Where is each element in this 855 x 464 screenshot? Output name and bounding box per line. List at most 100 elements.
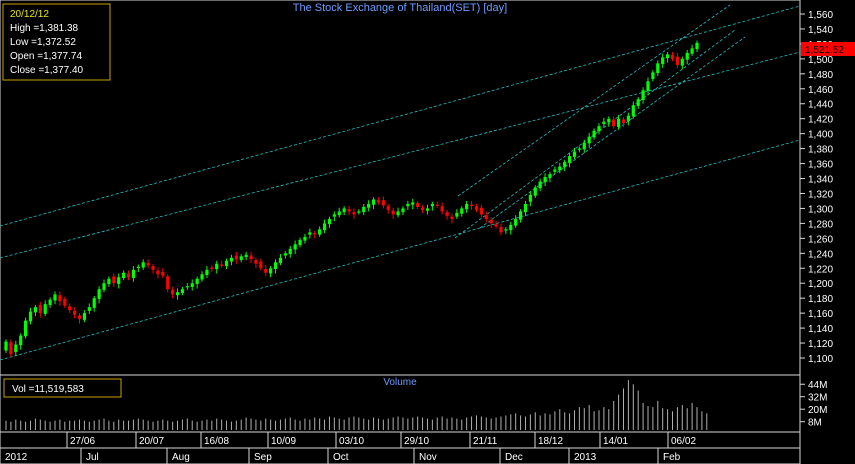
candle-body — [504, 229, 508, 231]
candle-body — [460, 208, 464, 214]
volume-title: Volume — [383, 377, 417, 388]
candle-body — [381, 200, 385, 206]
candle-body — [107, 278, 111, 284]
candle-body — [215, 263, 219, 270]
candle-body — [690, 48, 694, 54]
candle-body — [587, 136, 591, 144]
month-label: 2012 — [5, 452, 28, 463]
candle-body — [293, 244, 297, 250]
candle-body — [322, 223, 327, 231]
date-label: 20/07 — [139, 436, 164, 447]
info-open: Open =1,377.74 — [10, 51, 82, 62]
chart-stage: 1,100 1,120 1,140 1,160 1,180 1,200 1,220 1,240… — [0, 0, 855, 464]
candle-body — [514, 218, 518, 226]
candle-body — [489, 219, 493, 224]
candle-body — [612, 119, 616, 127]
date-label: 27/06 — [70, 436, 95, 447]
candle-body — [518, 211, 523, 220]
candle-body — [97, 289, 101, 299]
candle-body — [166, 276, 170, 290]
candle-body — [117, 277, 121, 284]
volume-tick-label: 8M — [808, 418, 822, 429]
month-label: Aug — [172, 452, 190, 463]
price-tick-label: 1,300 — [808, 204, 833, 215]
price-tick-label: 1,220 — [808, 264, 833, 275]
price-tick-label: 1,200 — [808, 279, 833, 290]
candle-body — [313, 233, 317, 235]
date-label: 16/08 — [204, 436, 229, 447]
candle-body — [528, 194, 532, 202]
candle-body — [141, 262, 145, 268]
candle-body — [391, 210, 395, 215]
candle-body — [264, 269, 268, 273]
candle-body — [523, 203, 528, 213]
candle-body — [376, 200, 381, 203]
candle-body — [455, 212, 459, 217]
candle-body — [411, 202, 415, 205]
candle-body — [283, 253, 287, 256]
candle-body — [371, 199, 376, 205]
candle-body — [53, 294, 57, 301]
candle-body — [43, 304, 47, 314]
candle-body — [224, 260, 229, 267]
candle-body — [607, 118, 611, 123]
candle-body — [670, 55, 675, 59]
candle-body — [24, 320, 28, 337]
candle-body — [362, 206, 366, 213]
candle-body — [122, 272, 126, 278]
candle-body — [494, 224, 498, 227]
candle-body — [602, 121, 606, 124]
month-label: Nov — [419, 452, 437, 463]
date-label: 29/10 — [404, 436, 429, 447]
candle-body — [469, 204, 474, 206]
candle-body — [239, 256, 243, 261]
price-tick-label: 1,140 — [808, 324, 833, 335]
candle-body — [538, 181, 542, 189]
candle-body — [298, 239, 302, 246]
candle-body — [82, 313, 87, 320]
candle-body — [175, 292, 180, 296]
candle-body — [450, 216, 454, 219]
candle-body — [661, 57, 665, 65]
info-low: Low =1,372.52 — [10, 37, 76, 48]
candle-body — [303, 236, 307, 241]
candle-body — [146, 263, 150, 266]
candle-body — [558, 166, 562, 171]
candle-body — [77, 315, 82, 320]
candle-body — [288, 248, 292, 255]
candle-body — [347, 209, 351, 212]
candle-body — [425, 208, 430, 211]
candle-body — [171, 289, 175, 295]
candle-body — [4, 341, 8, 351]
chart-title: The Stock Exchange of Thailand(SET) [day… — [293, 2, 507, 14]
candle-body — [254, 260, 258, 264]
candle-body — [190, 283, 194, 287]
candle-body — [205, 269, 209, 275]
candle-body — [244, 254, 248, 258]
candle-body — [318, 229, 322, 235]
candle-body — [440, 206, 444, 212]
candle-body — [651, 72, 655, 80]
price-tick-label: 1,280 — [808, 219, 833, 230]
candle-body — [185, 286, 189, 288]
month-label: Feb — [663, 452, 681, 463]
price-tick-label: 1,560 — [808, 10, 833, 21]
price-tick-label: 1,360 — [808, 160, 833, 171]
date-label: 06/02 — [671, 436, 696, 447]
volume-tick-label: 32M — [808, 393, 827, 404]
candle-body — [136, 266, 140, 268]
price-tick-label: 1,480 — [808, 70, 833, 81]
candle-body — [509, 224, 513, 231]
candle-body — [597, 126, 601, 132]
candle-body — [180, 289, 185, 293]
candle-body — [563, 162, 567, 168]
price-tick-label: 1,460 — [808, 85, 833, 96]
candle-body — [416, 203, 420, 207]
candle-body — [48, 299, 52, 305]
volume-tick-label: 20M — [808, 405, 827, 416]
candle-body — [151, 266, 155, 270]
date-label: 14/01 — [603, 436, 628, 447]
candle-body — [278, 257, 283, 264]
candle-body — [553, 169, 557, 172]
candle-body — [406, 203, 410, 207]
